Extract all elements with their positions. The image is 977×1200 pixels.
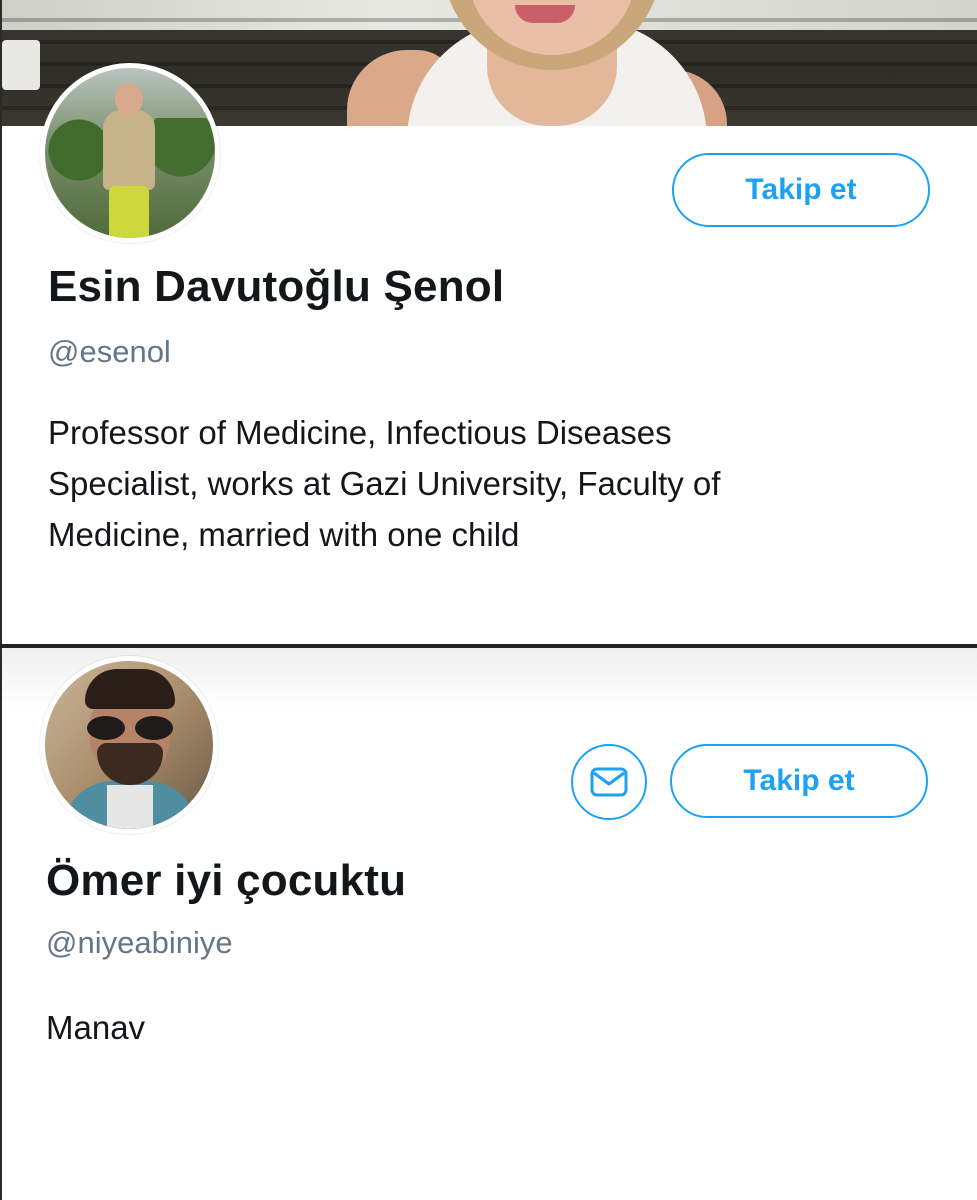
profile-bio: Manav: [46, 1002, 926, 1053]
display-name: Esin Davutoğlu Şenol: [48, 262, 505, 311]
follow-button[interactable]: Takip et: [672, 153, 930, 227]
avatar[interactable]: [40, 656, 218, 834]
bio-line: Specialist, works at Gazi University, Fa…: [48, 465, 721, 502]
bio-line: Professor of Medicine, Infectious Diseas…: [48, 414, 672, 451]
bio-line: Manav: [46, 1009, 146, 1046]
avatar[interactable]: [40, 63, 220, 243]
follow-button[interactable]: Takip et: [670, 744, 928, 818]
message-button[interactable]: [571, 744, 647, 820]
display-name: Ömer iyi çocuktu: [46, 856, 407, 905]
profile-bio: Professor of Medicine, Infectious Diseas…: [48, 407, 928, 560]
envelope-icon: [590, 767, 628, 797]
bio-line: Medicine, married with one child: [48, 516, 520, 553]
username-handle: @esenol: [48, 334, 171, 369]
username-handle: @niyeabiniye: [46, 925, 233, 960]
profile-card-esenol: Takip et Esin Davutoğlu Şenol @esenol Pr…: [0, 0, 977, 645]
